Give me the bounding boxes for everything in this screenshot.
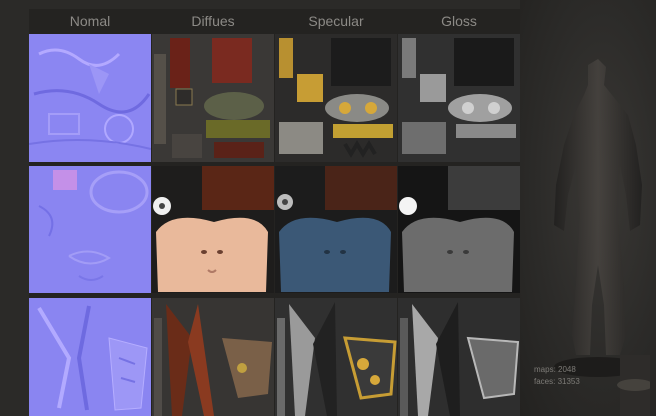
maps-stat: maps: 2048 [534,365,576,374]
gloss-map-head [398,166,520,293]
texture-maps-panel: Nomal Diffues Specular Gloss [29,9,520,416]
header-diffuse: Diffues [191,13,235,29]
gloss-map-armor [398,34,520,162]
model-stats: maps: 2048 faces: 31353 [534,364,580,388]
header-gloss: Gloss [441,13,477,29]
normal-map-armor [29,34,151,162]
column-headers: Nomal Diffues Specular Gloss [29,9,520,33]
diffuse-map-head [152,166,274,293]
normal-map-head [29,166,151,293]
normal-map-weapons [29,298,151,416]
character-model-preview [554,59,650,416]
header-normal: Nomal [69,13,111,29]
diffuse-map-armor [152,34,274,162]
specular-map-armor [275,34,397,162]
faces-stat: faces: 31353 [534,377,580,386]
diffuse-map-weapons [152,298,274,416]
specular-map-weapons [275,298,397,416]
specular-map-head [275,166,397,293]
header-specular: Specular [308,13,364,29]
gloss-map-weapons [398,298,520,416]
